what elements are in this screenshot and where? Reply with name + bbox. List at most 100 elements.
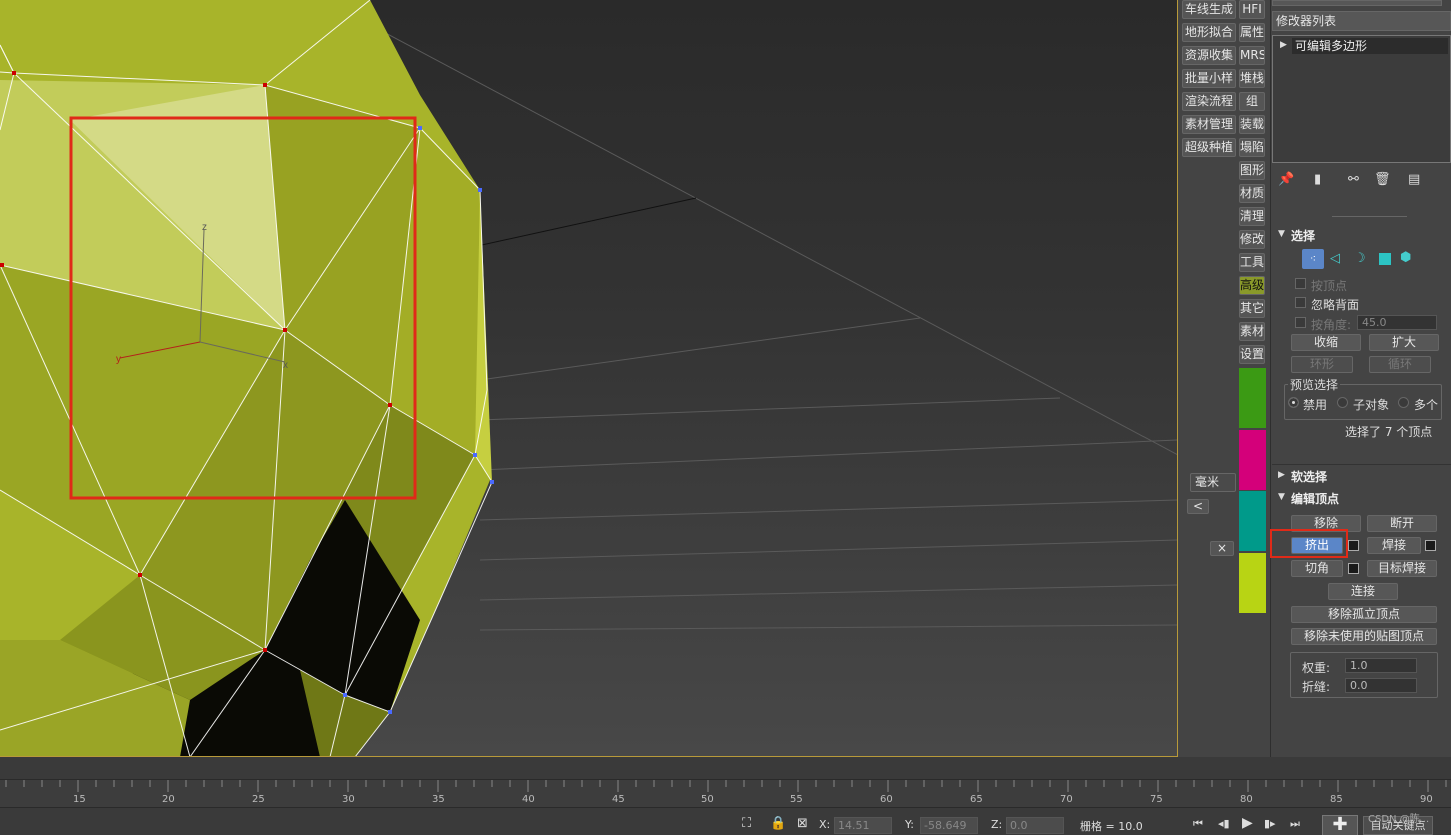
extrude-settings-icon[interactable]	[1348, 540, 1359, 551]
remove-unused-map-vertices-button[interactable]: 移除未使用的贴图顶点	[1291, 628, 1437, 645]
angle-spinner[interactable]: 45.0	[1357, 315, 1437, 330]
edit-vertices-collapse-icon[interactable]: ▼	[1278, 492, 1285, 502]
loop-button[interactable]: 循环	[1369, 356, 1431, 373]
border-mode-icon[interactable]: ☽	[1354, 252, 1366, 266]
ignore-backface-checkbox[interactable]	[1295, 297, 1306, 308]
isolate-selection-icon[interactable]: ⛶	[742, 817, 751, 831]
polygon-mode-icon[interactable]	[1379, 253, 1391, 265]
ground-grid	[379, 29, 1177, 631]
target-weld-button[interactable]: 目标焊接	[1367, 560, 1437, 577]
object-name-field[interactable]	[1272, 0, 1442, 6]
tool-button-collapse[interactable]: 塌陷	[1239, 138, 1265, 157]
unit-field[interactable]: 毫米	[1190, 473, 1236, 492]
tool-button-batch-sample[interactable]: 批量小样	[1182, 69, 1236, 88]
tool-button-terrain-fit[interactable]: 地形拟合	[1182, 23, 1236, 42]
tool-button-hfi[interactable]: HFI	[1239, 0, 1265, 19]
weld-settings-icon[interactable]	[1425, 540, 1436, 551]
tool-button-load[interactable]: 装载	[1239, 115, 1265, 134]
shrink-button[interactable]: 收缩	[1291, 334, 1361, 351]
weight-label: 权重:	[1302, 661, 1331, 675]
color-swatch-lime[interactable]	[1239, 553, 1266, 613]
by-vertex-checkbox[interactable]	[1295, 278, 1306, 289]
selection-rollout-title[interactable]: 选择	[1291, 227, 1315, 244]
by-angle-label: 按角度:	[1311, 318, 1352, 332]
weld-button[interactable]: 焊接	[1367, 537, 1421, 554]
set-key-button[interactable]: ✚	[1322, 815, 1358, 835]
tick-label: 50	[701, 794, 714, 805]
ring-button[interactable]: 环形	[1291, 356, 1353, 373]
preview-multi-radio[interactable]	[1398, 397, 1409, 408]
tool-button-resource-collect[interactable]: 资源收集	[1182, 46, 1236, 65]
edit-vertices-rollout-title[interactable]: 编辑顶点	[1291, 490, 1339, 507]
next-frame-icon[interactable]: ▮▸	[1264, 817, 1276, 831]
chamfer-button[interactable]: 切角	[1291, 560, 1343, 577]
connect-button[interactable]: 连接	[1328, 583, 1398, 600]
tool-button-mrs[interactable]: MRS	[1239, 46, 1265, 65]
vertex-mode-icon[interactable]: ⁖	[1302, 249, 1324, 269]
tool-button-cleanup[interactable]: 清理	[1239, 207, 1265, 226]
stack-expand-icon[interactable]: ▶	[1280, 40, 1287, 50]
tool-button-advanced[interactable]: 高级	[1239, 276, 1265, 295]
tick-label: 35	[432, 794, 445, 805]
x-coord-label: X:	[819, 818, 831, 831]
selection-lock-icon[interactable]: 🔒	[770, 817, 786, 831]
edge-mode-icon[interactable]: ◁	[1330, 252, 1340, 266]
tool-button-super-plant[interactable]: 超级种植	[1182, 138, 1236, 157]
tool-button-modify[interactable]: 修改	[1239, 230, 1265, 249]
tick-label: 70	[1060, 794, 1073, 805]
by-angle-checkbox[interactable]	[1295, 317, 1306, 328]
tool-button-shapes[interactable]: 图形	[1239, 161, 1265, 180]
goto-start-icon[interactable]: ⏮	[1193, 817, 1203, 831]
break-button[interactable]: 断开	[1367, 515, 1437, 532]
back-button[interactable]: <	[1187, 499, 1209, 514]
preview-disabled-radio[interactable]	[1288, 397, 1299, 408]
tool-button-stack[interactable]: 堆栈	[1239, 69, 1265, 88]
tool-button-assets[interactable]: 素材	[1239, 322, 1265, 341]
status-bar: ⛶ 🔒 ⊠ X: 14.51 Y: -58.649 Z: 0.0 栅格 = 10…	[0, 807, 1451, 835]
weight-spinner[interactable]: 1.0	[1345, 658, 1417, 673]
tool-button-material[interactable]: 材质	[1239, 184, 1265, 203]
timeline-track[interactable]: 15 20 25 30 35 40 45 50 55 60 65 70 75 8…	[0, 779, 1451, 807]
rollout-collapse-icon[interactable]: ▼	[1278, 229, 1285, 239]
goto-end-icon[interactable]: ⏭	[1290, 817, 1300, 831]
tool-button-asset-manager[interactable]: 素材管理	[1182, 115, 1236, 134]
gizmo-z-label: z	[202, 222, 207, 233]
soft-selection-rollout-title[interactable]: 软选择	[1291, 468, 1327, 485]
preview-multi-label: 多个	[1414, 398, 1439, 412]
close-button[interactable]: ×	[1210, 541, 1234, 556]
color-swatch-magenta[interactable]	[1239, 430, 1266, 490]
tool-button-tools[interactable]: 工具	[1239, 253, 1265, 272]
tool-button-settings[interactable]: 设置	[1239, 345, 1265, 364]
preview-subobject-radio[interactable]	[1337, 397, 1348, 408]
tool-button-group[interactable]: 组	[1239, 92, 1265, 111]
chamfer-settings-icon[interactable]	[1348, 563, 1359, 574]
tick-label: 90	[1420, 794, 1433, 805]
modifier-list-dropdown[interactable]: 修改器列表	[1272, 11, 1451, 31]
y-coord-field[interactable]: -58.649	[920, 817, 978, 834]
tool-button-properties[interactable]: 属性	[1239, 23, 1265, 42]
tool-button-road-gen[interactable]: 车线生成	[1182, 0, 1236, 19]
show-end-result-icon[interactable]: ▮	[1314, 173, 1321, 187]
remove-isolated-vertices-button[interactable]: 移除孤立顶点	[1291, 606, 1437, 623]
configure-sets-icon[interactable]: ▤	[1408, 173, 1420, 187]
element-mode-icon[interactable]: ⬢	[1400, 251, 1411, 265]
crease-spinner[interactable]: 0.0	[1345, 678, 1417, 693]
grow-button[interactable]: 扩大	[1369, 334, 1439, 351]
remove-modifier-icon[interactable]: 🗑	[1374, 173, 1391, 187]
color-swatch-teal[interactable]	[1239, 491, 1266, 551]
x-coord-field[interactable]: 14.51	[834, 817, 892, 834]
stack-item-editable-poly[interactable]: 可编辑多边形	[1292, 38, 1448, 54]
tool-button-other[interactable]: 其它	[1239, 299, 1265, 318]
scene-canvas[interactable]: z y x	[0, 0, 1178, 757]
play-icon[interactable]: ▶	[1242, 816, 1253, 830]
make-unique-icon[interactable]: ⚯	[1348, 173, 1359, 187]
soft-selection-expand-icon[interactable]: ▶	[1278, 470, 1285, 480]
tick-label: 40	[522, 794, 535, 805]
tool-button-render-flow[interactable]: 渲染流程	[1182, 92, 1236, 111]
pin-stack-icon[interactable]: 📌	[1278, 173, 1294, 187]
viewport-perspective[interactable]: z y x	[0, 0, 1178, 757]
z-coord-field[interactable]: 0.0	[1006, 817, 1064, 834]
prev-frame-icon[interactable]: ◂▮	[1218, 817, 1230, 831]
absolute-mode-icon[interactable]: ⊠	[797, 817, 808, 831]
color-swatch-green[interactable]	[1239, 368, 1266, 428]
